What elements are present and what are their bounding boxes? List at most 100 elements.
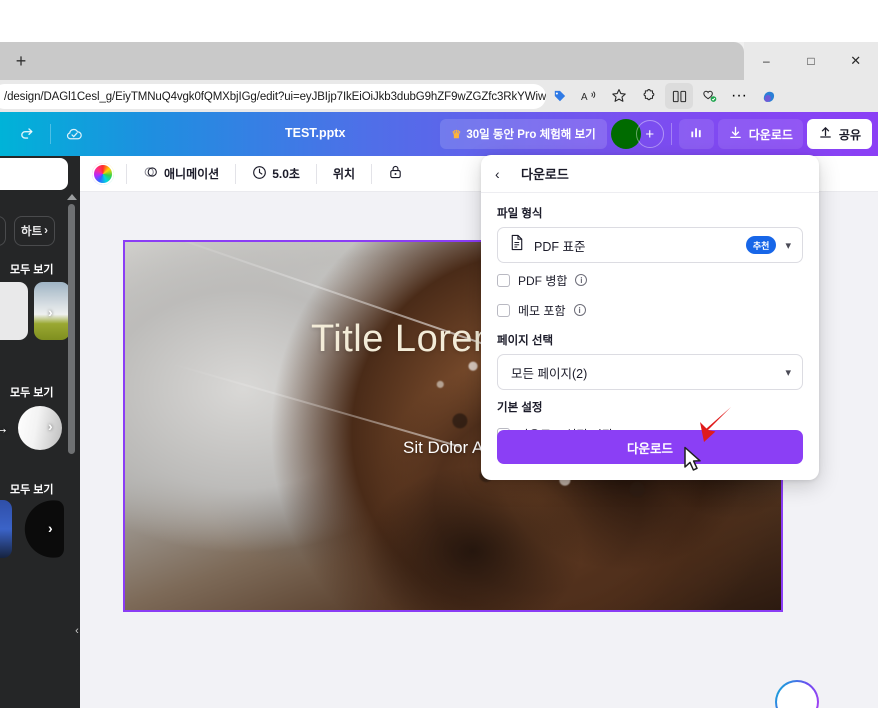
svg-text:A: A xyxy=(581,92,588,103)
thumb-row-3: › xyxy=(0,498,80,564)
include-notes-label: 메모 포함 xyxy=(518,303,566,318)
close-button[interactable]: ✕ xyxy=(833,42,878,80)
share-button[interactable]: 공유 xyxy=(806,119,872,149)
merge-pdf-label: PDF 병합 xyxy=(518,273,568,288)
see-all-link-1[interactable]: 모두 보기 xyxy=(10,261,54,277)
share-upload-icon xyxy=(818,125,833,143)
merge-pdf-checkbox[interactable] xyxy=(497,273,510,287)
arrow-right-icon: → xyxy=(0,420,9,437)
toolbar-divider xyxy=(371,163,373,184)
animation-icon xyxy=(143,164,159,183)
side-panel: 하트 › 모두 보기 › 모두 보기 → › 모두 보기 › ‹ xyxy=(0,156,80,708)
url-input[interactable]: /design/DAGl1Cesl_g/EiyTMNuQ4vgk0fQMXbjI… xyxy=(0,84,546,109)
back-button[interactable]: ‹ xyxy=(495,166,507,182)
crown-icon: ♛ xyxy=(451,128,462,141)
chevron-down-icon: ▾ xyxy=(785,366,791,379)
chevron-down-icon: ▾ xyxy=(785,239,791,252)
header-separator xyxy=(670,123,672,145)
toolbar-divider xyxy=(315,163,317,184)
app-header-right: ♛ 30일 동안 Pro 체험해 보기 + 다운로드 공유 xyxy=(440,118,872,150)
price-tag-icon[interactable] xyxy=(545,83,573,109)
duration-button[interactable]: 5.0초 xyxy=(248,161,304,187)
window-controls: – □ ✕ xyxy=(744,42,878,80)
extensions-puzzle-icon[interactable] xyxy=(635,83,663,109)
document-title[interactable]: TEST.pptx xyxy=(285,126,345,140)
page-select[interactable]: 모든 페이지(2) ▾ xyxy=(497,354,803,390)
see-all-link-3[interactable]: 모두 보기 xyxy=(10,481,54,497)
download-panel-header: ‹ 다운로드 xyxy=(481,155,819,193)
browser-toolbar-icons: A ··· xyxy=(545,82,783,110)
settings-more-icon[interactable]: ··· xyxy=(725,83,753,109)
share-button-label: 공유 xyxy=(838,127,861,142)
clock-icon xyxy=(252,165,267,183)
copilot-icon[interactable] xyxy=(755,83,783,109)
search-input[interactable] xyxy=(0,158,68,190)
position-button[interactable]: 위치 xyxy=(329,161,359,187)
chevron-right-icon[interactable]: › xyxy=(48,520,53,536)
include-notes-checkbox[interactable] xyxy=(497,303,510,317)
side-panel-scrollbar[interactable] xyxy=(68,204,75,454)
list-item[interactable] xyxy=(18,406,62,450)
insights-button[interactable] xyxy=(678,119,714,149)
toolbar-divider xyxy=(126,163,127,184)
see-all-link-2[interactable]: 모두 보기 xyxy=(10,384,54,400)
chevron-right-icon[interactable]: › xyxy=(48,304,53,320)
merge-pdf-checkbox-row[interactable]: PDF 병합 i xyxy=(497,267,803,293)
download-panel-body: 파일 형식 PDF 표준 추천 ▾ PDF 병합 i 메모 포함 i 페이지 선… xyxy=(481,193,819,447)
filter-chip-label: 하트 xyxy=(21,226,43,238)
filter-chip-heart[interactable]: 하트 › xyxy=(14,216,56,246)
color-wheel-icon[interactable] xyxy=(92,162,114,185)
new-tab-button[interactable]: + xyxy=(8,49,34,73)
toolbar-divider xyxy=(235,163,237,184)
download-submit-button[interactable]: 다운로드 xyxy=(497,430,803,464)
minimize-button[interactable]: – xyxy=(744,42,789,80)
scroll-up-arrow[interactable] xyxy=(67,194,77,200)
duration-label: 5.0초 xyxy=(272,167,300,181)
app-header-left xyxy=(0,119,89,149)
browser-address-bar: /design/DAGl1Cesl_g/EiyTMNuQ4vgk0fQMXbjI… xyxy=(0,80,878,112)
cloud-saved-icon[interactable] xyxy=(59,119,89,149)
default-settings-label: 기본 설정 xyxy=(497,402,543,414)
pro-trial-label: 30일 동안 Pro 체험해 보기 xyxy=(466,129,596,141)
info-icon[interactable]: i xyxy=(575,274,588,286)
collapse-panel-button[interactable]: ‹ xyxy=(66,596,80,666)
info-icon[interactable]: i xyxy=(573,304,586,316)
file-format-select[interactable]: PDF 표준 추천 ▾ xyxy=(497,227,803,263)
window-top-strip xyxy=(0,0,878,42)
app-header: TEST.pptx ♛ 30일 동안 Pro 체험해 보기 + 다운로드 공유 xyxy=(0,112,878,156)
redo-icon[interactable] xyxy=(12,119,42,149)
maximize-button[interactable]: □ xyxy=(789,42,834,80)
document-icon xyxy=(509,234,525,256)
list-item[interactable] xyxy=(16,500,64,558)
list-item[interactable] xyxy=(0,282,28,340)
chevron-right-icon[interactable]: › xyxy=(48,418,53,434)
download-button[interactable]: 다운로드 xyxy=(717,119,803,149)
download-panel: ‹ 다운로드 파일 형식 PDF 표준 추천 ▾ PDF 병합 i 메모 포함 xyxy=(481,155,819,480)
pro-trial-button[interactable]: ♛ 30일 동안 Pro 체험해 보기 xyxy=(440,119,607,149)
split-screen-icon[interactable] xyxy=(665,83,693,109)
list-item[interactable] xyxy=(0,500,12,558)
add-member-button[interactable]: + xyxy=(635,120,664,148)
filter-chip-partial[interactable] xyxy=(0,216,6,246)
file-format-value: PDF 표준 xyxy=(534,239,586,254)
header-divider xyxy=(50,124,51,144)
page-select-value: 모든 페이지(2) xyxy=(511,366,588,381)
url-text: /design/DAGl1Cesl_g/EiyTMNuQ4vgk0fQMXbjI… xyxy=(4,90,546,103)
include-notes-checkbox-row[interactable]: 메모 포함 i xyxy=(497,297,803,323)
download-icon xyxy=(728,125,743,143)
read-aloud-icon[interactable]: A xyxy=(575,83,603,109)
file-format-label: 파일 형식 xyxy=(497,208,543,220)
favorites-star-icon[interactable] xyxy=(605,83,633,109)
animate-button[interactable]: 애니메이션 xyxy=(139,161,223,187)
page-select-label: 페이지 선택 xyxy=(497,335,554,347)
mouse-cursor xyxy=(683,446,705,479)
browser-tabstrip: + xyxy=(0,42,744,80)
recommended-badge: 추천 xyxy=(745,236,777,254)
lock-icon xyxy=(388,164,403,183)
slide-title-text[interactable]: Title Lorem xyxy=(311,318,505,361)
screen: + – □ ✕ /design/DAGl1Cesl_g/EiyTMNuQ4vgk… xyxy=(0,0,878,708)
collections-icon[interactable] xyxy=(695,83,723,109)
animate-label: 애니메이션 xyxy=(164,167,220,181)
ai-assistant-button[interactable] xyxy=(775,680,819,708)
lock-button[interactable] xyxy=(384,161,407,187)
